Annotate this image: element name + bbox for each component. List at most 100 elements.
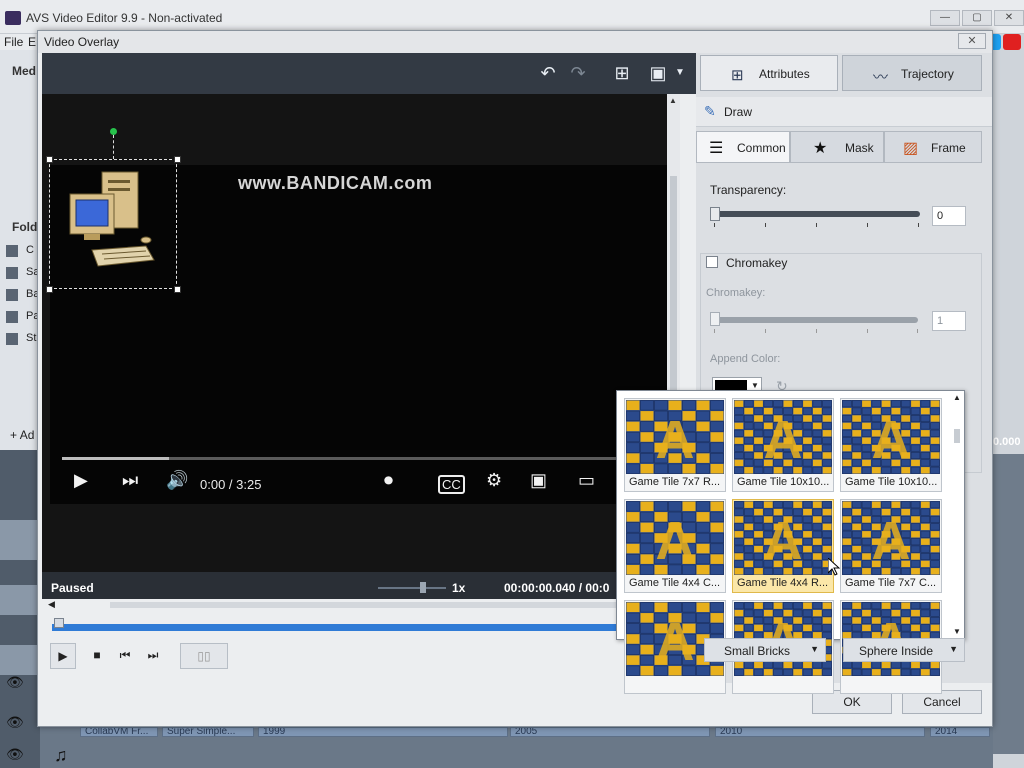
app-menu-bar: File E [0,34,40,50]
folder-item[interactable]: C [6,243,38,259]
miniplayer-icon: ▣ [530,470,548,490]
timeline-scrollbar[interactable] [110,602,630,608]
subtab-common[interactable]: ☰ Common [696,131,790,163]
timeline-position-marker[interactable] [54,618,64,628]
autoplay-toggle-icon: ⏺ [384,470,393,490]
watermark-text: www.BANDICAM.com [238,173,433,193]
preset-tile-label: Game Tile 7x7 R... [629,476,721,488]
timeline-clip[interactable]: 2014 [930,727,990,737]
popup-scrollbar[interactable]: ▲ ▼ [950,391,964,639]
next-frame-button[interactable]: ⏭ [140,643,166,669]
app-title: AVS Video Editor 9.9 - Non-activated [26,11,223,25]
subtab-frame[interactable]: ▨ Frame [884,131,982,163]
preview-status-bar: Paused 1x 00:00:00.040 / 00:0 [42,572,680,599]
tab-attributes[interactable]: ⊞ Attributes [700,55,838,91]
append-color-label: Append Color: [710,353,781,365]
youtube-time: 0:00 / 3:25 [200,477,262,492]
transparency-label: Transparency: [710,183,787,197]
subtab-mask[interactable]: ★ Mask [790,131,884,163]
scroll-up-icon[interactable]: ▲ [669,96,677,105]
draw-subtabs: ☰ Common ★ Mask ▨ Frame [696,131,982,163]
display-mode-icon[interactable]: ▣ [646,61,670,85]
transparency-slider-knob[interactable] [710,207,720,221]
resize-handle[interactable] [46,286,53,293]
preset-thumbnail: A [842,501,940,575]
redo-icon[interactable]: ↷ [566,61,590,85]
grid-icon[interactable]: ⊞ [610,61,634,85]
chromakey-checkbox[interactable] [706,256,718,268]
zoom-slider[interactable] [378,587,446,589]
minimize-button[interactable]: — [930,10,960,26]
transparency-slider[interactable] [714,211,920,217]
youtube-icon[interactable] [1003,34,1021,50]
list-icon: ☰ [709,140,724,157]
preset-tile[interactable]: A Game Tile 4x4 R... [732,499,834,593]
overlay-selection-box[interactable] [46,156,181,293]
scroll-left-icon[interactable]: ◀ [48,599,55,610]
computer-clipart-icon [69,171,155,267]
draw-section-header: ✎ Draw [696,97,992,127]
folder-icon [6,267,18,279]
undo-icon[interactable]: ↶ [536,61,560,85]
preset-tile[interactable]: A Game Tile 4x4 C... [624,499,726,593]
chromakey-slider[interactable] [714,317,918,323]
scroll-down-icon[interactable]: ▼ [953,627,961,636]
folder-item[interactable]: Ba [6,287,39,303]
next-icon: ⏭ [122,470,139,490]
overlay-duration-bar[interactable] [52,624,630,631]
chevron-down-icon[interactable]: ▼ [668,61,692,85]
timeline-clip[interactable]: 1999 [258,727,508,737]
scroll-up-icon[interactable]: ▲ [953,393,961,402]
media-label: Med [12,64,36,78]
preset-tile[interactable]: A Game Tile 7x7 C... [840,499,942,593]
preset-tile[interactable]: A Game Tile 10x10... [732,398,834,492]
folder-icon [6,333,18,345]
star-icon: ★ [813,140,828,157]
timeline-clip[interactable]: 2010 [715,727,925,737]
preset-thumbnail: A [734,400,832,474]
split-button[interactable]: ▯▯ [180,643,228,669]
zoom-slider-knob[interactable] [420,582,426,593]
volume-icon: 🔊 [166,470,189,490]
menu-file[interactable]: File [4,35,23,49]
preset-tile-label: Game Tile 10x10... [737,476,830,488]
chromakey-checkbox-label[interactable]: Chromakey [724,256,790,270]
preset-thumbnail: A [734,501,832,575]
chromakey-value[interactable]: 1 [932,311,966,331]
transparency-value[interactable]: 0 [932,206,966,226]
app-timeline: 👁 👁 👁 [0,450,40,768]
menu-edit[interactable]: E [28,35,36,49]
play-button[interactable]: ▶ [50,643,76,669]
rotation-handle[interactable] [110,128,117,135]
eye-icon[interactable]: 👁 [6,714,24,731]
app-close-button[interactable]: ✕ [994,10,1024,26]
folder-item[interactable]: Sa [6,265,39,281]
add-button[interactable]: + Ad [10,428,34,442]
video-preview[interactable]: www.BANDICAM.com ▶ ⏭ 🔊 0:00 / 3:25 ⏺ CC … [42,94,680,599]
preset-tile[interactable]: A Game Tile 10x10... [840,398,942,492]
playback-status: Paused [51,581,94,595]
preset-combobox-left[interactable]: Small Bricks ▼ [704,638,826,662]
eye-icon[interactable]: 👁 [6,674,24,691]
bottom-timeline-strip: CollabVM Fr... Super Simple... 1999 2005… [40,727,993,768]
dialog-close-button[interactable]: ✕ [958,33,986,49]
tab-trajectory[interactable]: 〰 Trajectory [842,55,982,91]
timeline-clip[interactable]: CollabVM Fr... [80,727,158,737]
preset-combobox-right[interactable]: Sphere Inside ▼ [843,638,965,662]
maximize-button[interactable]: ▢ [962,10,992,26]
timeline-clip[interactable]: 2005 [510,727,710,737]
folder-item[interactable]: St [6,331,38,347]
resize-handle[interactable] [174,286,181,293]
playback-speed[interactable]: 1x [452,581,465,595]
folder-item[interactable]: Pa [6,309,39,325]
theater-mode-icon: ▭ [578,470,596,490]
stop-button[interactable]: ■ [84,643,110,669]
timeline-clip[interactable]: Super Simple... [162,727,254,737]
previous-frame-button[interactable]: ⏮ [112,643,138,669]
resize-handle[interactable] [174,156,181,163]
eye-icon[interactable]: 👁 [6,746,24,763]
preset-tile[interactable]: A Game Tile 7x7 R... [624,398,726,492]
chromakey-slider-knob[interactable] [710,312,720,326]
resize-handle[interactable] [46,156,53,163]
preset-thumbnail: A [626,501,724,575]
